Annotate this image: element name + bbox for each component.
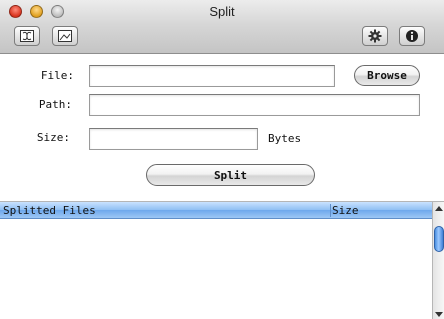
info-icon — [406, 30, 418, 42]
table-body[interactable] — [0, 219, 432, 319]
info-toolbar-button[interactable] — [399, 26, 425, 46]
image-doc-icon — [58, 30, 72, 42]
split-doc-icon — [20, 30, 34, 42]
split-files-table: Splitted Files Size — [0, 201, 444, 319]
path-field[interactable] — [89, 94, 420, 116]
path-label: Path: — [38, 98, 72, 111]
image-toolbar-button[interactable] — [52, 26, 78, 46]
column-header-splitted-files[interactable]: Splitted Files — [3, 204, 96, 217]
split-button[interactable]: Split — [146, 164, 315, 186]
vertical-scrollbar[interactable] — [432, 202, 444, 319]
window-titlebar: Split — [0, 0, 444, 54]
size-label: Size: — [36, 131, 70, 144]
column-header-size[interactable]: Size — [332, 204, 359, 217]
window-title: Split — [209, 4, 235, 19]
split-toolbar-button[interactable] — [14, 26, 40, 46]
file-label: File: — [40, 69, 74, 82]
file-field[interactable] — [89, 65, 335, 87]
scroll-down-icon[interactable] — [435, 312, 443, 317]
size-unit-label: Bytes — [268, 132, 302, 145]
browse-button[interactable]: Browse — [354, 65, 420, 86]
settings-toolbar-button[interactable] — [362, 26, 388, 46]
table-header: Splitted Files Size — [0, 202, 432, 219]
scroll-up-icon[interactable] — [435, 206, 443, 211]
scrollbar-thumb[interactable] — [434, 226, 444, 252]
size-field[interactable] — [89, 128, 258, 150]
column-separator — [330, 204, 331, 217]
gear-icon — [368, 29, 382, 43]
